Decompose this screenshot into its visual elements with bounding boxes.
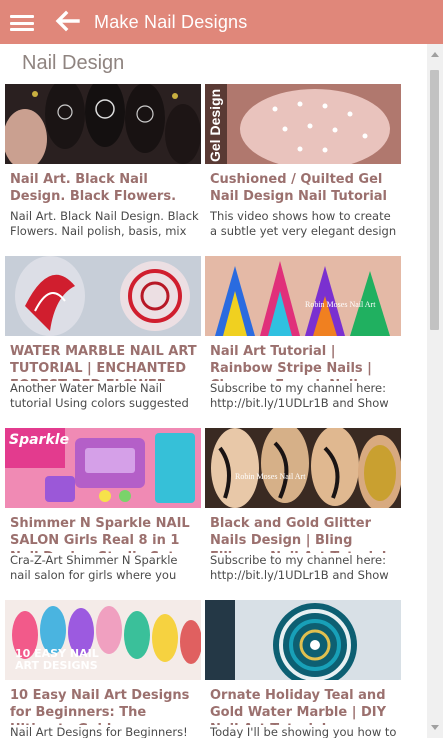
- video-title: 10 Easy Nail Art Designs for Beginners: …: [10, 688, 190, 729]
- video-title: Cushioned / Quilted Gel Nail Design Nail…: [210, 172, 388, 204]
- thumbnail-caption: Sparkle: [9, 432, 70, 448]
- back-arrow-icon[interactable]: [54, 10, 80, 32]
- video-card[interactable]: Gel Design Cushioned / Quilted Gel Nail …: [205, 84, 401, 256]
- video-card[interactable]: Nail Art. Black Nail Design. Black Flowe…: [5, 84, 201, 256]
- video-card[interactable]: 10 EASY NAIL ART DESIGNS 10 Easy Nail Ar…: [5, 600, 201, 738]
- video-title: Shimmer N Sparkle NAIL SALON Girls Real …: [10, 516, 190, 557]
- thumbnail-caption: 10 EASY NAIL ART DESIGNS: [15, 647, 99, 672]
- video-card[interactable]: Robin Moses Nail Art Black and Gold Glit…: [205, 428, 401, 600]
- video-description: Subscribe to my channel here: http://bit…: [210, 553, 400, 583]
- video-card[interactable]: WATER MARBLE NAIL ART TUTORIAL | ENCHANT…: [5, 256, 201, 428]
- video-card[interactable]: Sparkle Shimmer N Sparkle NAIL SALON Gir…: [5, 428, 201, 600]
- video-thumbnail: [205, 256, 401, 336]
- thumbnail-caption: Gel Design: [207, 88, 223, 162]
- video-title: Nail Art. Black Nail Design. Black Flowe…: [10, 172, 177, 204]
- content-area[interactable]: Nail Design Nail Art. Black Nail Design.…: [0, 44, 427, 738]
- video-description: Today I'll be showing you how to: [210, 725, 400, 738]
- scroll-down-arrow-icon[interactable]: [431, 725, 439, 730]
- video-thumbnail: [5, 84, 201, 164]
- video-title: WATER MARBLE NAIL ART TUTORIAL | ENCHANT…: [10, 344, 197, 385]
- scroll-up-arrow-icon[interactable]: [431, 52, 439, 57]
- scrollbar-thumb[interactable]: [430, 70, 439, 330]
- app-title: Make Nail Designs: [94, 12, 248, 32]
- video-card[interactable]: Ornate Holiday Teal and Gold Water Marbl…: [205, 600, 401, 738]
- video-description: This video shows how to create a subtle …: [210, 209, 400, 239]
- app-bar: Make Nail Designs: [0, 0, 443, 44]
- video-title: Nail Art Tutorial | Rainbow Stripe Nails…: [210, 344, 372, 385]
- video-description: Subscribe to my channel here: http://bit…: [210, 381, 400, 411]
- thumbnail-caption: Robin Moses Nail Art: [235, 472, 306, 481]
- hamburger-menu-icon[interactable]: [10, 15, 34, 31]
- video-description: Nail Art. Black Nail Design. Black Flowe…: [10, 209, 200, 239]
- video-title: Ornate Holiday Teal and Gold Water Marbl…: [210, 688, 387, 729]
- video-thumbnail: [5, 256, 201, 336]
- video-thumbnail: [205, 600, 401, 680]
- video-thumbnail: [205, 84, 401, 164]
- thumbnail-caption: Robin Moses Nail Art: [305, 300, 376, 309]
- vertical-scrollbar[interactable]: [427, 44, 443, 738]
- video-title: Black and Gold Glitter Nails Design | Bl…: [210, 516, 386, 557]
- video-description: Nail Art Designs for Beginners! In: [10, 725, 200, 738]
- video-description: Cra-Z-Art Shimmer N Sparkle nail salon f…: [10, 553, 200, 583]
- video-description: Another Water Marble Nail tutorial Using…: [10, 381, 200, 411]
- video-thumbnail: [205, 428, 401, 508]
- section-title: Nail Design: [22, 52, 125, 74]
- video-card[interactable]: Robin Moses Nail Art Nail Art Tutorial |…: [205, 256, 401, 428]
